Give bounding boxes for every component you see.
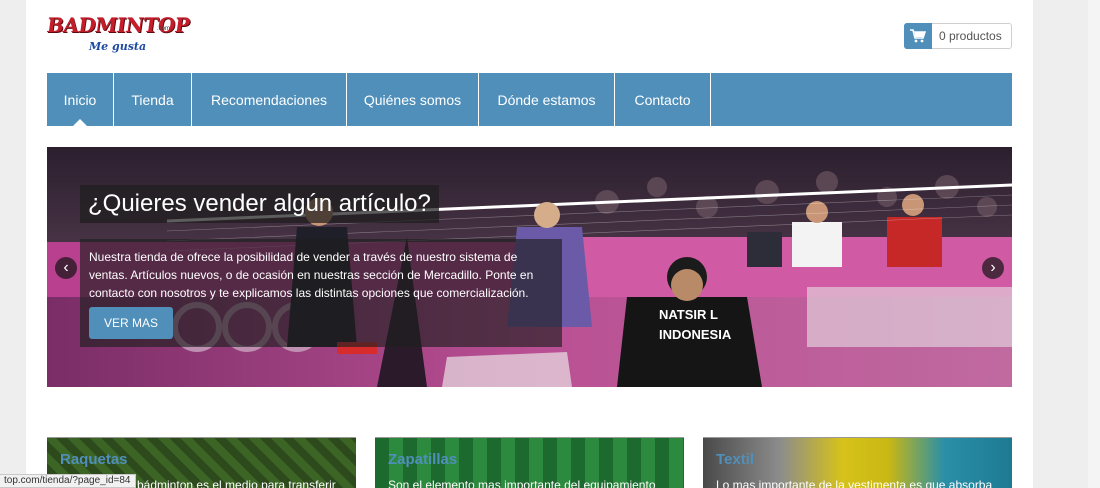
nav-item-contacto[interactable]: Contacto: [615, 73, 711, 126]
nav-item-donde-estamos[interactable]: Dónde estamos: [479, 73, 615, 126]
slide-description: Nuestra tienda de ofrece la posibilidad …: [89, 250, 534, 300]
card-title: Raquetas: [60, 451, 128, 468]
card-excerpt: bádminton es el medio para transferir: [137, 478, 336, 488]
category-card-textil[interactable]: Textil Lo mas importante de la vestiment…: [703, 437, 1012, 488]
window-scrollbar[interactable]: [1088, 0, 1100, 488]
logo-domain: .com: [157, 26, 171, 32]
card-title: Textil: [716, 451, 755, 468]
chevron-right-icon[interactable]: ›: [982, 257, 1004, 279]
shirt-text-name: NATSIR L: [659, 307, 718, 322]
browser-status-url: top.com/tienda/?page_id=84: [0, 474, 136, 488]
hero-slider[interactable]: NATSIR L INDONESIA ¿Quieres vender algún…: [47, 147, 1012, 387]
card-excerpt: Lo mas importante de la vestimenta es qu…: [716, 478, 993, 488]
logo-tagline: Me gusta: [89, 40, 147, 53]
cart-icon: [904, 23, 932, 49]
nav-item-tienda[interactable]: Tienda: [114, 73, 192, 126]
nav-item-quienes-somos[interactable]: Quiénes somos: [347, 73, 479, 126]
card-title: Zapatillas: [388, 451, 458, 468]
logo-wordmark: BADMINTOP: [45, 13, 192, 37]
nav-item-recomendaciones[interactable]: Recomendaciones: [192, 73, 347, 126]
category-card-zapatillas[interactable]: Zapatillas Son el elemento mas important…: [375, 437, 684, 488]
cart-button[interactable]: 0 productos: [904, 23, 1012, 49]
card-excerpt: Son el elemento mas importante del equip…: [388, 478, 656, 488]
cart-count: 0 productos: [939, 29, 1002, 43]
main-nav: Inicio Tienda Recomendaciones Quiénes so…: [47, 73, 1012, 126]
shirt-text-country: INDONESIA: [659, 327, 732, 342]
site-logo[interactable]: BADMINTOP .com Me gusta: [45, 13, 191, 55]
ver-mas-button[interactable]: VER MAS: [89, 307, 173, 339]
chevron-left-icon[interactable]: ‹: [55, 257, 77, 279]
slide-title: ¿Quieres vender algún artículo?: [80, 185, 439, 223]
nav-item-inicio[interactable]: Inicio: [47, 73, 114, 126]
